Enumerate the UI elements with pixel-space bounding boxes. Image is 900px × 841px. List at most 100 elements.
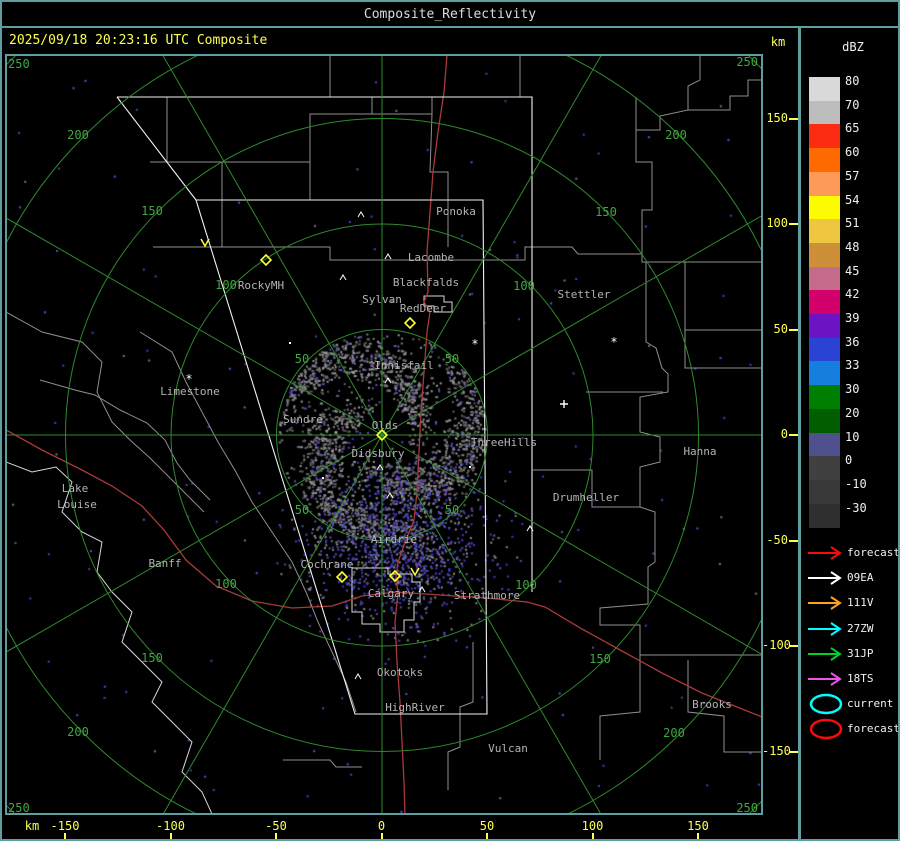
legend-label: current bbox=[847, 697, 894, 711]
right-axis-tick bbox=[789, 645, 798, 647]
legend-row: forecast bbox=[801, 718, 900, 742]
colorbar-value: 36 bbox=[845, 334, 860, 349]
colorbar-value: -10 bbox=[845, 476, 867, 491]
bottom-axis-tick bbox=[275, 833, 277, 840]
colorbar-swatch bbox=[809, 432, 840, 457]
legend-row: forecast bbox=[801, 542, 900, 566]
legend-row: 27ZW bbox=[801, 618, 897, 642]
colorbar-value: 60 bbox=[845, 145, 860, 160]
bottom-axis-tick-label: -150 bbox=[50, 819, 80, 833]
legend-label: forecast bbox=[847, 546, 900, 559]
legend-arrow-icon bbox=[808, 621, 842, 636]
window-title: Composite_Reflectivity bbox=[363, 6, 537, 22]
right-axis-tick-label: -150 bbox=[762, 743, 791, 758]
colorbar-value: 30 bbox=[845, 382, 860, 397]
colorbar-value: 80 bbox=[845, 74, 860, 88]
colorbar-value: 57 bbox=[845, 168, 860, 183]
colorbar-swatch bbox=[809, 195, 840, 220]
bottom-axis-tick-label: -100 bbox=[156, 819, 185, 833]
legend-row: 18TS bbox=[801, 668, 897, 692]
colorbar-swatch bbox=[809, 361, 840, 386]
colorbar-swatch bbox=[809, 124, 840, 149]
panel-separator bbox=[798, 28, 801, 841]
legend-arrow-icon bbox=[808, 672, 842, 686]
legend-label: forecast bbox=[847, 722, 900, 736]
colorbar-swatch bbox=[809, 479, 840, 505]
legend-ellipse-icon bbox=[809, 719, 843, 740]
colorbar-swatch bbox=[809, 503, 840, 528]
colorbar-swatch bbox=[809, 242, 840, 268]
colorbar-value: -30 bbox=[845, 500, 867, 515]
colorbar-value: 51 bbox=[845, 216, 860, 231]
colorbar-value: 45 bbox=[845, 263, 860, 278]
bottom-axis-tick bbox=[64, 833, 66, 840]
colorbar-swatch bbox=[809, 266, 840, 291]
bottom-axis-tick-label: 100 bbox=[581, 819, 604, 833]
right-axis-tick bbox=[789, 434, 798, 436]
right-axis-tick bbox=[789, 750, 798, 753]
bottom-axis-tick-label: 50 bbox=[479, 819, 495, 833]
timestamp-label: 2025/09/18 20:23:16 UTC Composite bbox=[9, 33, 268, 48]
right-axis-tick bbox=[789, 539, 798, 542]
colorbar-value: 0 bbox=[845, 453, 853, 468]
right-axis-tick bbox=[789, 223, 798, 225]
bottom-distance-axis: km -150 -100 -50 0 50 100 150 bbox=[0, 814, 798, 841]
colorbar-swatch bbox=[809, 314, 840, 339]
colorbar-swatch bbox=[809, 100, 840, 125]
legend-arrow-icon bbox=[808, 571, 842, 586]
colorbar-swatch bbox=[809, 456, 840, 481]
colorbar-swatch bbox=[809, 77, 840, 102]
legend-arrow-icon bbox=[808, 646, 842, 661]
bottom-axis-tick bbox=[380, 833, 383, 840]
reflectivity-clutter-canvas bbox=[7, 56, 761, 813]
legend-row: 09EA bbox=[801, 567, 897, 591]
legend-label: 18TS bbox=[847, 672, 874, 685]
colorbar-swatch bbox=[809, 385, 840, 410]
right-axis-unit-label: km bbox=[770, 35, 786, 49]
right-axis-tick-label: 150 bbox=[766, 110, 788, 125]
legend-label: 27ZW bbox=[847, 621, 874, 635]
colorbar-value: 42 bbox=[845, 287, 860, 302]
colorbar-value: 48 bbox=[845, 239, 860, 254]
legend-ellipse-icon bbox=[809, 693, 843, 715]
bottom-axis-tick bbox=[591, 833, 594, 840]
right-axis-tick bbox=[789, 328, 798, 331]
legend-row: 31JP bbox=[801, 643, 897, 667]
colorbar-swatch bbox=[809, 219, 840, 244]
right-axis-tick-label: 0 bbox=[780, 427, 788, 441]
right-axis-tick-label: 100 bbox=[766, 216, 788, 230]
bottom-axis-tick bbox=[697, 833, 699, 840]
bottom-axis-tick bbox=[169, 833, 172, 840]
colorbar-value: 70 bbox=[845, 97, 860, 112]
colorbar-swatch bbox=[809, 148, 840, 173]
colorbar-value: 10 bbox=[845, 429, 860, 444]
colorbar-value: 20 bbox=[845, 405, 860, 420]
colorbar-swatch bbox=[809, 408, 840, 433]
colorbar-panel: dBZ 80 70 65 60 57 54 51 48 45 42 39 36 33 30 20 10 0 -10… bbox=[801, 30, 900, 839]
right-axis-tick-label: 50 bbox=[773, 321, 788, 336]
right-distance-axis: 150 100 50 0 -50 -100 -150 bbox=[762, 30, 798, 841]
bottom-axis-tick-label: 0 bbox=[377, 819, 386, 833]
legend-arrow-icon bbox=[808, 596, 842, 611]
legend-label: 09EA bbox=[847, 571, 874, 585]
colorbar-value: 54 bbox=[845, 192, 860, 207]
legend-row: 111V bbox=[801, 592, 897, 616]
legend-label: 111V bbox=[847, 596, 874, 610]
window-title-bar: Composite_Reflectivity bbox=[2, 2, 898, 28]
colorbar-swatch bbox=[809, 337, 840, 362]
right-axis-tick bbox=[789, 117, 798, 120]
bottom-axis-tick bbox=[486, 833, 488, 840]
colorbar-value: 39 bbox=[845, 311, 860, 325]
legend-label: 31JP bbox=[847, 646, 874, 660]
colorbar-value: 65 bbox=[845, 121, 860, 136]
colorbar-value: 33 bbox=[845, 358, 860, 373]
colorbar-swatch bbox=[809, 290, 840, 315]
colorbar-title: dBZ bbox=[842, 40, 864, 54]
bottom-axis-tick-label: -50 bbox=[265, 819, 287, 833]
right-axis-tick-label: -100 bbox=[762, 638, 791, 652]
legend-arrow-icon bbox=[808, 546, 842, 560]
colorbar-swatch bbox=[809, 171, 840, 196]
right-axis-tick-label: -50 bbox=[766, 532, 788, 547]
bottom-axis-tick-label: 150 bbox=[687, 819, 709, 833]
legend-row: current bbox=[801, 693, 897, 717]
